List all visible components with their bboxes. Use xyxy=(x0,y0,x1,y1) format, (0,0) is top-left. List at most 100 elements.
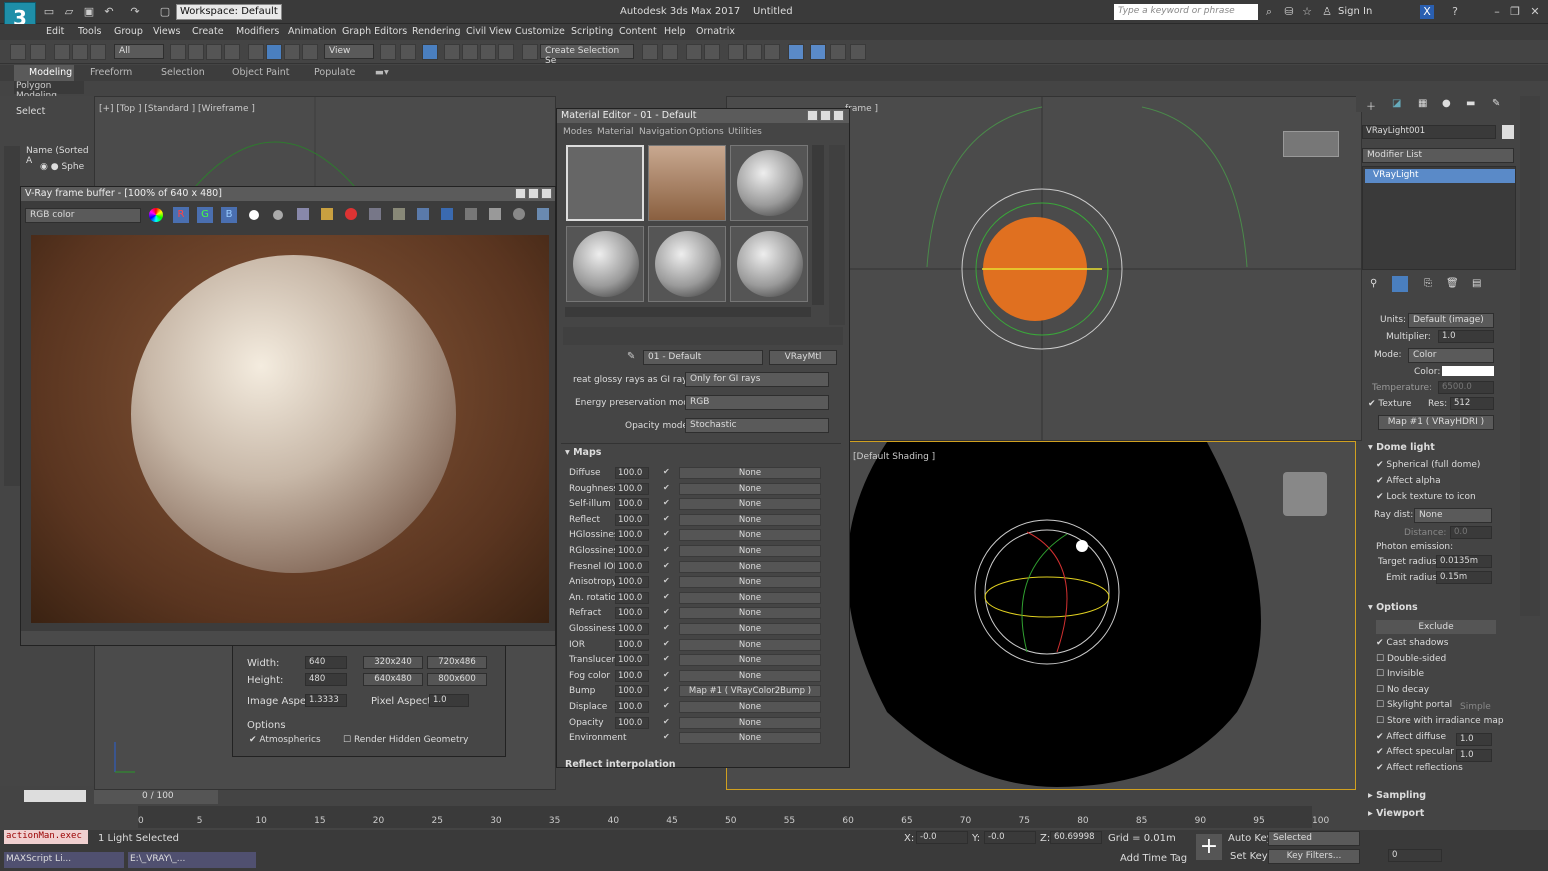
maps-header[interactable]: ▾ Maps xyxy=(565,447,601,458)
region-icon[interactable] xyxy=(206,44,222,60)
rendered-image[interactable] xyxy=(31,235,549,623)
hierarchy-tab-icon[interactable]: ▦ xyxy=(1418,98,1427,109)
undo-icon[interactable]: ↶ xyxy=(102,5,116,19)
mono-icon[interactable] xyxy=(273,210,283,220)
move-icon[interactable] xyxy=(248,44,264,60)
spherical-checkbox[interactable]: ✔ Spherical (full dome) xyxy=(1376,460,1480,470)
tab-selection[interactable]: Selection xyxy=(161,67,205,78)
map-slot-button[interactable]: None xyxy=(679,560,821,573)
lens-effects-icon[interactable] xyxy=(489,208,501,220)
render-production-icon[interactable] xyxy=(850,44,866,60)
undo-tool-icon[interactable] xyxy=(10,44,26,60)
pin-stack-icon[interactable]: ⚲ xyxy=(1370,278,1377,289)
green-channel-button[interactable]: G xyxy=(197,207,213,223)
option-checkbox[interactable]: ☐ Double-sided xyxy=(1376,654,1516,670)
x-coord-field[interactable]: -0.0 xyxy=(916,831,968,844)
object-color-swatch[interactable] xyxy=(1502,125,1514,139)
map-amount-field[interactable]: 100.0 xyxy=(615,529,649,542)
material-slot-3[interactable] xyxy=(730,145,808,221)
project-icon[interactable]: ▢ xyxy=(158,5,172,19)
map-amount-field[interactable]: 100.0 xyxy=(615,591,649,604)
map-amount-field[interactable]: 100.0 xyxy=(615,513,649,526)
map-enable-checkbox[interactable]: ✔ xyxy=(663,561,670,570)
tab-modeling[interactable]: Modeling xyxy=(14,65,74,81)
mat-menu-modes[interactable]: Modes xyxy=(563,127,592,137)
map-slot-button[interactable]: None xyxy=(679,482,821,495)
viewport-header[interactable]: ▸ Viewport xyxy=(1368,808,1424,819)
exclude-button[interactable]: Exclude xyxy=(1376,620,1496,634)
place-icon[interactable] xyxy=(302,44,318,60)
angle-snap-icon[interactable] xyxy=(462,44,478,60)
map-enable-checkbox[interactable]: ✔ xyxy=(663,576,670,585)
vfb-close-icon[interactable] xyxy=(541,188,552,199)
window-crossing-icon[interactable] xyxy=(224,44,240,60)
map-slot-button[interactable]: None xyxy=(679,576,821,589)
affect-specular-field[interactable]: 1.0 xyxy=(1456,749,1492,762)
map-slot-button[interactable]: None xyxy=(679,716,821,729)
region-render-icon[interactable] xyxy=(417,208,429,220)
motion-tab-icon[interactable]: ● xyxy=(1442,98,1451,109)
material-slot-1[interactable] xyxy=(566,145,644,221)
map-slot-button[interactable]: None xyxy=(679,622,821,635)
map-slot-button[interactable]: None xyxy=(679,498,821,511)
menu-content[interactable]: Content xyxy=(619,26,657,37)
multiplier-field[interactable]: 1.0 xyxy=(1438,330,1494,343)
snap-icon[interactable] xyxy=(444,44,460,60)
width-field[interactable]: 640 xyxy=(305,656,347,669)
y-coord-field[interactable]: -0.0 xyxy=(984,831,1036,844)
mat-minimize-icon[interactable] xyxy=(807,110,818,121)
redo-tool-icon[interactable] xyxy=(30,44,46,60)
height-field[interactable]: 480 xyxy=(305,673,347,686)
selection-filter-dropdown[interactable]: All xyxy=(114,44,164,59)
options-header[interactable]: ▾ Options xyxy=(1368,602,1418,613)
map-enable-checkbox[interactable]: ✔ xyxy=(663,592,670,601)
select-label[interactable]: Select xyxy=(16,106,45,117)
dome-header[interactable]: ▾ Dome light xyxy=(1368,442,1435,453)
texture-checkbox[interactable]: ✔ Texture xyxy=(1368,399,1411,409)
material-slot-6[interactable] xyxy=(730,226,808,302)
lock-texture-checkbox[interactable]: ✔ Lock texture to icon xyxy=(1376,492,1476,502)
curve-editor-icon[interactable] xyxy=(746,44,762,60)
map-slot-button[interactable]: None xyxy=(679,607,821,620)
mat-menu-navigation[interactable]: Navigation xyxy=(639,127,688,137)
preset-640x480-button[interactable]: 640x480 xyxy=(363,673,423,686)
tab-populate[interactable]: Populate xyxy=(314,67,355,78)
map-slot-button[interactable]: None xyxy=(679,732,821,745)
map-amount-field[interactable]: 100.0 xyxy=(615,607,649,620)
raydist-dropdown[interactable]: None xyxy=(1414,508,1492,523)
map-amount-field[interactable]: 100.0 xyxy=(615,654,649,667)
menu-modifiers[interactable]: Modifiers xyxy=(236,26,279,37)
menu-group[interactable]: Group xyxy=(114,26,143,37)
vfb-maximize-icon[interactable] xyxy=(528,188,539,199)
autodesk-icon[interactable]: ⛁ xyxy=(1282,5,1296,19)
simple-label[interactable]: Simple xyxy=(1460,702,1491,712)
mat-menu-material[interactable]: Material xyxy=(597,127,634,137)
reflect-interp-header[interactable]: Reflect interpolation xyxy=(565,759,676,770)
key-selected-dropdown[interactable]: Selected xyxy=(1268,831,1360,846)
map-enable-checkbox[interactable]: ✔ xyxy=(663,514,670,523)
task-maxscript[interactable]: MAXScript Li... xyxy=(4,852,124,868)
map-enable-checkbox[interactable]: ✔ xyxy=(663,685,670,694)
scale-icon[interactable] xyxy=(284,44,300,60)
mat-menu-utilities[interactable]: Utilities xyxy=(728,127,762,137)
map-enable-checkbox[interactable]: ✔ xyxy=(663,607,670,616)
set-key-button[interactable]: Set Key xyxy=(1230,851,1268,862)
map-amount-field[interactable]: 100.0 xyxy=(615,482,649,495)
units-dropdown[interactable]: Default (image) xyxy=(1408,313,1494,328)
map-slot-button[interactable]: Map #1 ( VRayColor2Bump ) xyxy=(679,685,821,698)
option-checkbox[interactable]: ✔ Affect diffuse xyxy=(1376,732,1516,748)
energy-dropdown[interactable]: RGB xyxy=(685,395,829,410)
opacity-mode-dropdown[interactable]: Stochastic xyxy=(685,418,829,433)
atmospherics-checkbox[interactable]: ✔ Atmospherics xyxy=(249,735,321,745)
task-vray-folder[interactable]: E:\_VRAY\_... xyxy=(128,852,256,868)
map-amount-field[interactable]: 100.0 xyxy=(615,498,649,511)
option-checkbox[interactable]: ☐ Invisible xyxy=(1376,669,1516,685)
clear-image-icon[interactable] xyxy=(345,208,357,220)
menu-scripting[interactable]: Scripting xyxy=(571,26,613,37)
rendered-frame-icon[interactable] xyxy=(830,44,846,60)
mirror-icon[interactable] xyxy=(642,44,658,60)
gloss-gi-dropdown[interactable]: Only for GI rays xyxy=(685,372,829,387)
user-icon[interactable]: ♙ xyxy=(1320,5,1334,19)
link-icon[interactable] xyxy=(54,44,70,60)
map-slot-button[interactable]: None xyxy=(679,654,821,667)
